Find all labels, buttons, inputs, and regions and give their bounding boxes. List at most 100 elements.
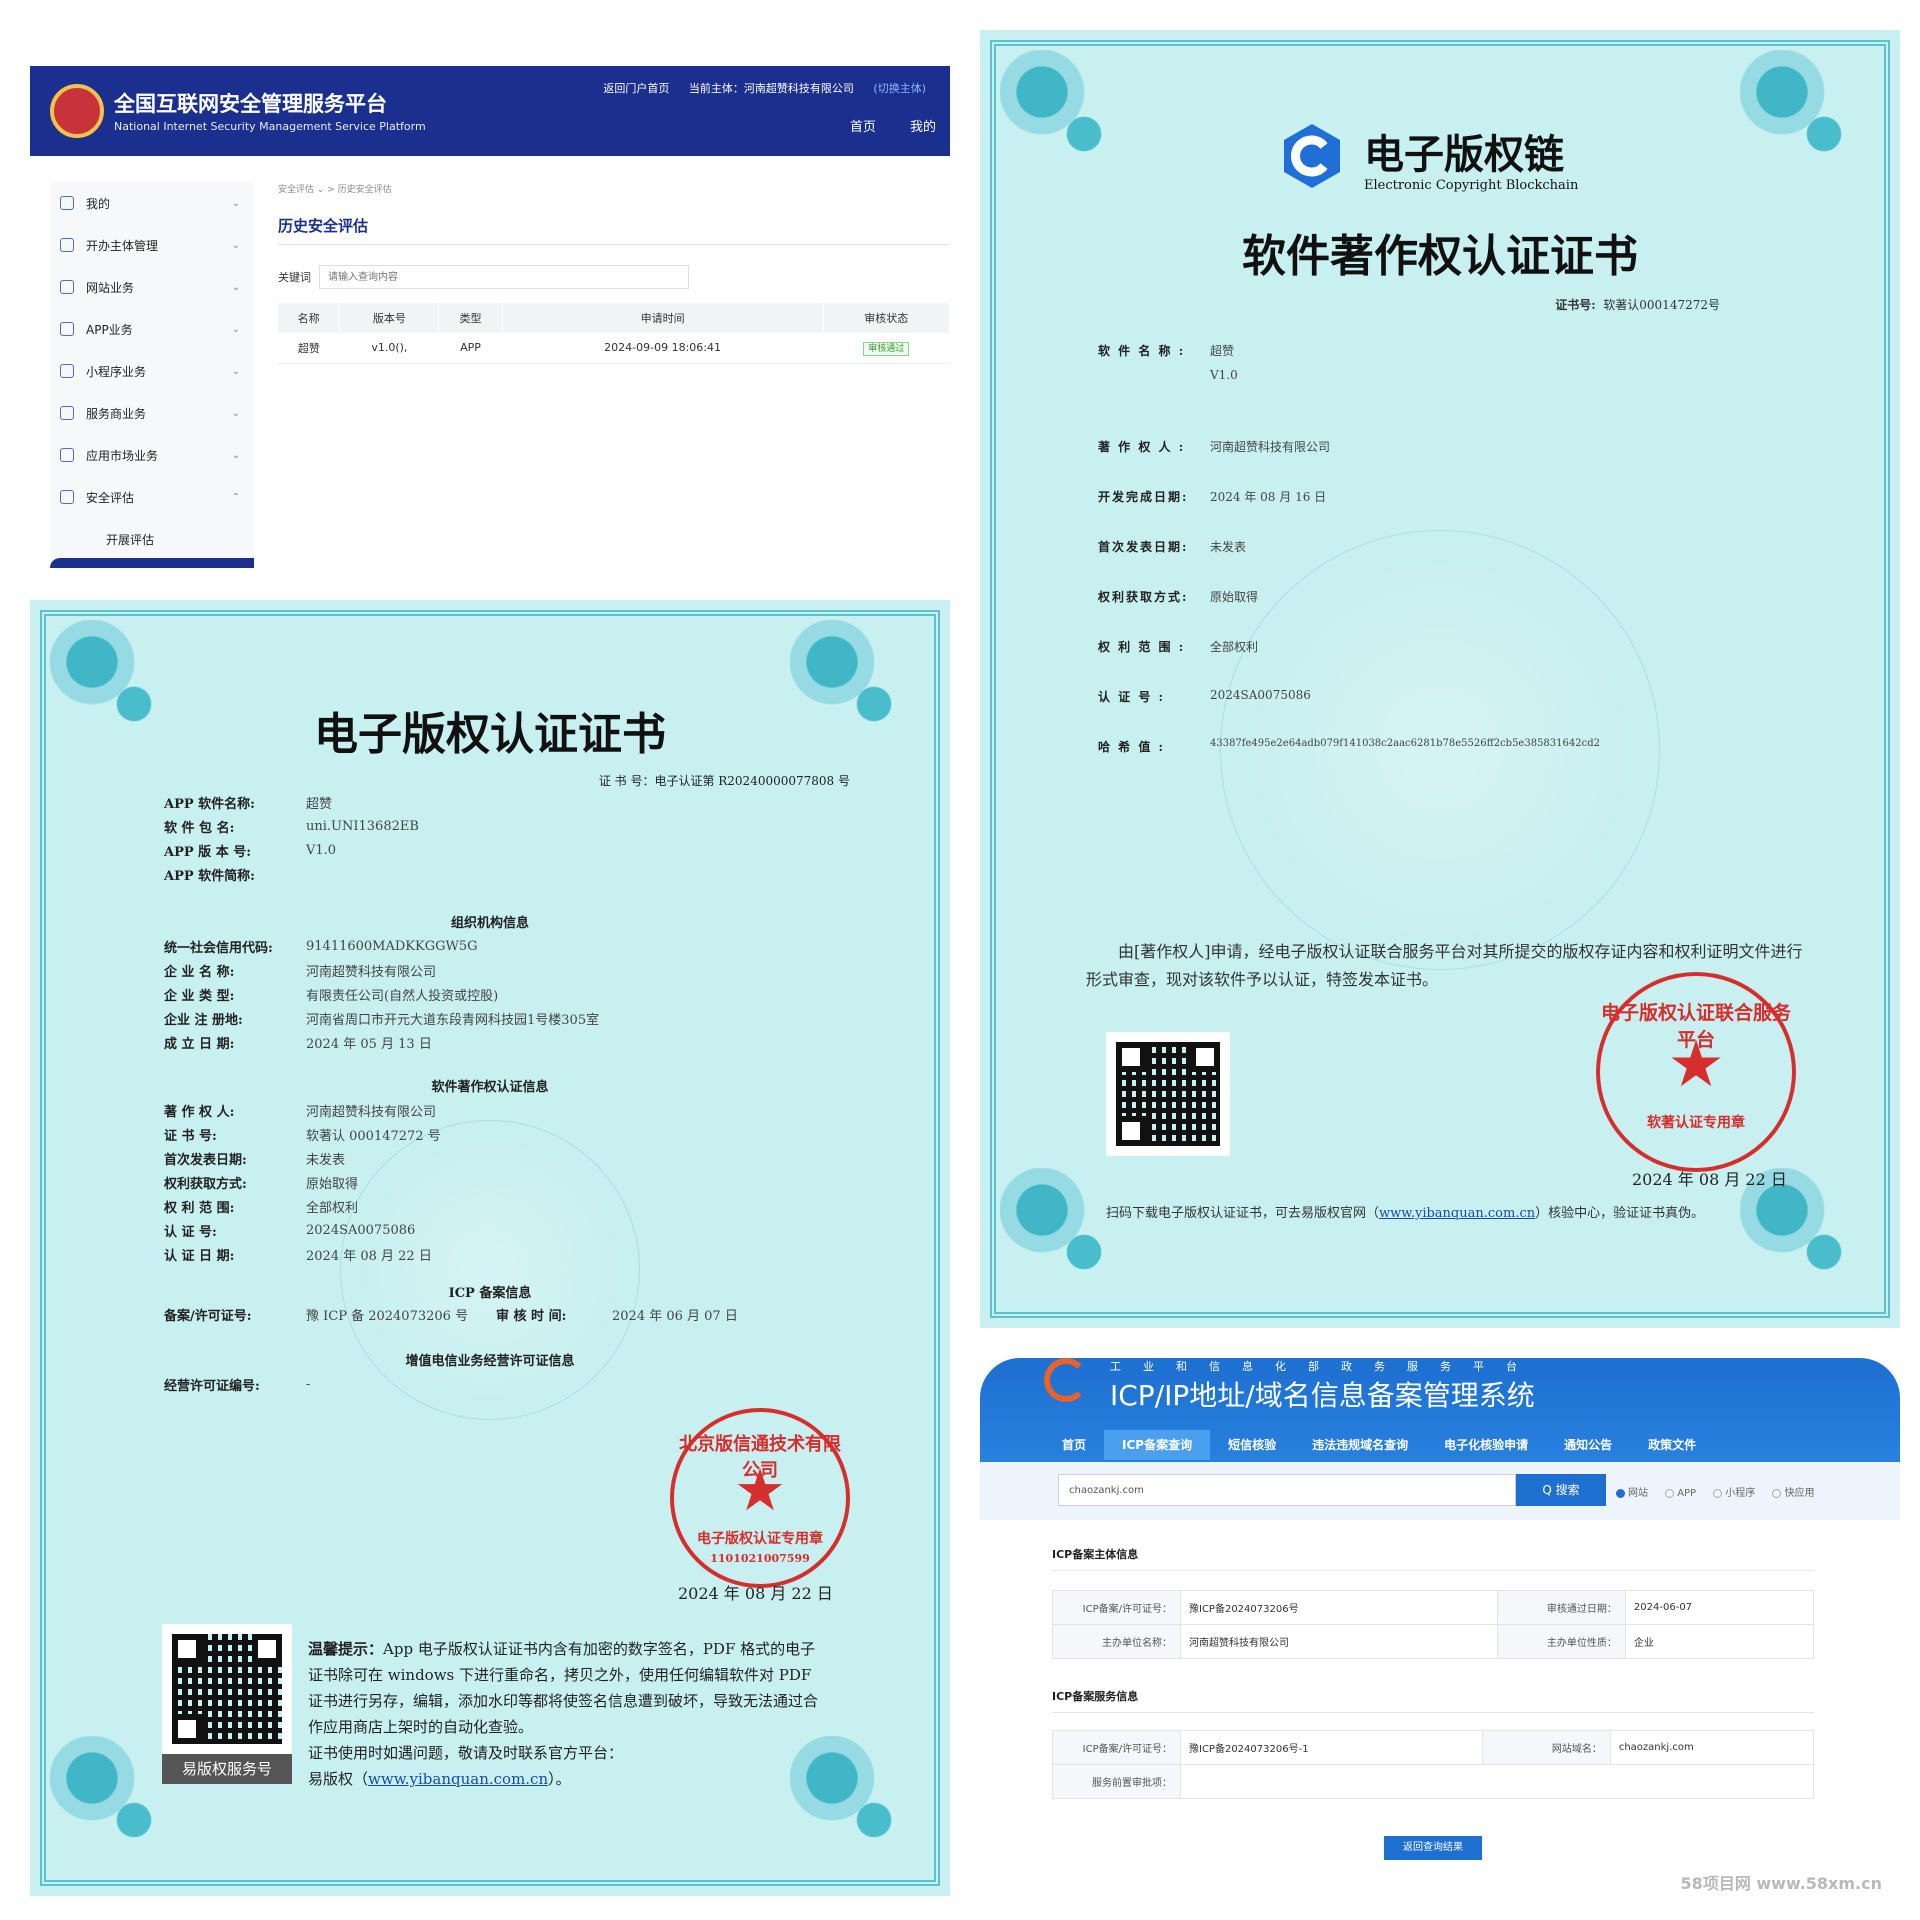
radio-dot-icon [1665, 1488, 1675, 1498]
field-label: 企业 注 册地: [164, 1012, 243, 1028]
grid-icon [60, 448, 74, 462]
main-content: 安全评估 ⌄ > 历史安全评估 历史安全评估 关键词 名称 版本号 类型 申请时… [278, 182, 951, 364]
sidebar-item-app[interactable]: APP业务 ⌄ [50, 308, 254, 350]
field-label: 权利获取方式: [1098, 590, 1189, 604]
nav-home[interactable]: 首页 [1044, 1430, 1104, 1460]
table-row: ICP备案/许可证号： 豫ICP备2024073206号-1 网站域名： chaoz… [1052, 1730, 1815, 1765]
cell-label: 主办单位性质： [1496, 1624, 1626, 1659]
cell-value: 豫ICP备2024073206号 [1180, 1590, 1498, 1625]
field-label: 著 作 权 人 : [1098, 440, 1186, 454]
icp-section-title: ICP 备案信息 [448, 1286, 532, 1301]
nav-e-verify[interactable]: 电子化核验申请 [1426, 1430, 1546, 1460]
cell-label: ICP备案/许可证号： [1052, 1590, 1181, 1625]
chevron-up-icon: ⌃ [231, 491, 240, 503]
search-button[interactable]: Q 搜索 [1516, 1474, 1606, 1506]
field-value: 2024SA0075086 [306, 1222, 416, 1238]
table-row: 主办单位名称： 河南超赞科技有限公司 主办单位性质： 企业 [1052, 1624, 1815, 1659]
cell-version: v1.0(), [339, 333, 439, 364]
foot-prefix: 扫码下载电子版权认证证书，可去易版权官网（ [1106, 1206, 1380, 1221]
field-value: 有限责任公司(自然人投资或控股) [306, 988, 499, 1004]
cell-time: 2024-09-09 18:06:41 [502, 333, 824, 364]
cell-value: chaozankj.com [1609, 1730, 1815, 1765]
search-input[interactable] [1058, 1474, 1516, 1506]
sidebar-item-mine[interactable]: 我的 ⌄ [50, 182, 254, 224]
cert-no-value: 软著认000147272号 [1603, 298, 1720, 312]
nav-notice[interactable]: 通知公告 [1546, 1430, 1630, 1460]
qr-caption: 易版权服务号 [162, 1754, 292, 1784]
radio-miniprogram[interactable]: 小程序 [1713, 1488, 1755, 1499]
qr-code[interactable] [162, 1624, 292, 1754]
warm-tip: 温馨提示：App 电子版权认证证书内含有加密的数字签名，PDF 格式的电子证书除… [308, 1636, 828, 1792]
breadcrumb[interactable]: 安全评估 ⌄ > 历史安全评估 [278, 182, 950, 195]
sidebar-item-appmarket[interactable]: 应用市场业务 ⌄ [50, 434, 254, 476]
security-platform-screenshot: 全国互联网安全管理服务平台 National Internet Security… [30, 66, 951, 571]
sidebar-item-provider[interactable]: 服务商业务 ⌄ [50, 392, 254, 434]
qr-finder [252, 1634, 282, 1664]
field-label: 首次发表日期: [164, 1152, 247, 1168]
sidebar-item-security[interactable]: 安全评估 ⌃ [50, 476, 254, 518]
platform-title: 全国互联网安全管理服务平台 [114, 92, 387, 116]
shield-icon [60, 490, 74, 504]
qr-code[interactable] [1106, 1032, 1230, 1156]
sidebar-item-miniprogram[interactable]: 小程序业务 ⌄ [50, 350, 254, 392]
field-label: 权利获取方式: [164, 1176, 247, 1192]
app-info: APP 软件名称: 超赞 软 件 包 名: uni.UNI13682EB APP 版… [164, 790, 419, 886]
sidebar-item-subject[interactable]: 开办主体管理 ⌄ [50, 224, 254, 266]
chevron-down-icon: ⌄ [231, 365, 240, 377]
subject-info-table: ICP备案/许可证号： 豫ICP备2024073206号 审核通过日期： 2024-… [1052, 1590, 1815, 1659]
icp-filing-system: 工业和信息化部政务服务平台 ICP/IP地址/域名信息备案管理系统 首页 ICP… [980, 1358, 1900, 1898]
col-type: 类型 [438, 303, 503, 333]
back-to-results-button[interactable]: 返回查询结果 [1384, 1836, 1482, 1860]
subject-section-title: ICP备案主体信息 [1052, 1546, 1814, 1571]
nav-policy[interactable]: 政策文件 [1630, 1430, 1714, 1460]
corner-ornament [1000, 50, 1140, 190]
chevron-down-icon: ⌄ [231, 323, 240, 335]
field-value: 2024 年 08 月 22 日 [306, 1248, 432, 1264]
nav-mine[interactable]: 我的 [910, 120, 936, 135]
qr-finder [172, 1634, 202, 1664]
table-row[interactable]: 超赞 v1.0(), APP 2024-09-09 18:06:41 审核通过 [278, 333, 950, 364]
issue-date: 2024 年 08 月 22 日 [678, 1584, 833, 1603]
tip-contact: 证书使用时如遇问题，敬请及时联系官方平台： [308, 1744, 624, 1762]
yibanquan-link[interactable]: www.yibanquan.com.cn [1379, 1206, 1535, 1221]
sidebar-subitem-start-assessment[interactable]: 开展评估 [50, 518, 254, 560]
grid-icon [60, 322, 74, 336]
field-value: 超赞 [306, 796, 333, 812]
sidebar-item-website[interactable]: 网站业务 ⌄ [50, 266, 254, 308]
icp-header: 工业和信息化部政务服务平台 ICP/IP地址/域名信息备案管理系统 首页 ICP… [980, 1358, 1900, 1520]
certificate-title: 电子版权认证证书 [314, 709, 666, 760]
nav-illegal-domain[interactable]: 违法违规域名查询 [1294, 1430, 1426, 1460]
radio-dot-icon [1616, 1488, 1625, 1498]
page-title: 历史安全评估 [278, 215, 950, 245]
keyword-input[interactable] [319, 265, 689, 289]
yibanquan-link[interactable]: www.yibanquan.com.cn [368, 1770, 548, 1788]
nav-sms-verify[interactable]: 短信核验 [1210, 1430, 1294, 1460]
field-label: 首次发表日期: [1098, 540, 1189, 554]
cell-label: 服务前置审批项： [1052, 1764, 1181, 1799]
field-value: 全部权利 [1210, 640, 1259, 654]
field-value: 原始取得 [1210, 590, 1259, 604]
nav-icp-query[interactable]: ICP备案查询 [1104, 1430, 1211, 1460]
cell-label: 审核通过日期： [1496, 1590, 1626, 1625]
nav-home[interactable]: 首页 [850, 120, 876, 135]
home-portal-link[interactable]: 返回门户首页 [603, 82, 669, 95]
blockchain-logo-icon [1284, 124, 1340, 188]
radio-label: APP [1677, 1488, 1697, 1499]
field-value: uni.UNI13682EB [306, 818, 419, 834]
field-label: 审 核 时 间: [496, 1308, 567, 1324]
certificate-number: 证 书 号：电子认证第 R20240000077808 号 [598, 774, 850, 788]
cell-value: 2024-06-07 [1624, 1590, 1815, 1625]
radio-quickapp[interactable]: 快应用 [1772, 1488, 1814, 1499]
field-value: 2024 年 08 月 16 日 [1210, 490, 1327, 504]
sidebar-bottom-bar [50, 558, 254, 568]
field-label: 企 业 名 称: [164, 964, 235, 980]
corner-ornament [1000, 1168, 1140, 1308]
field-value: 软著认 000147272 号 [306, 1128, 441, 1144]
field-label: 企 业 类 型: [164, 988, 235, 1004]
radio-website[interactable]: 网站 [1616, 1488, 1648, 1499]
field-label: 统一社会信用代码: [164, 940, 273, 956]
switch-subject-link[interactable]: (切换主体) [873, 82, 926, 95]
radio-app[interactable]: APP [1665, 1488, 1696, 1499]
table-row: 服务前置审批项： [1052, 1764, 1814, 1799]
seal-subtext: 电子版权认证专用章 [697, 1531, 823, 1547]
